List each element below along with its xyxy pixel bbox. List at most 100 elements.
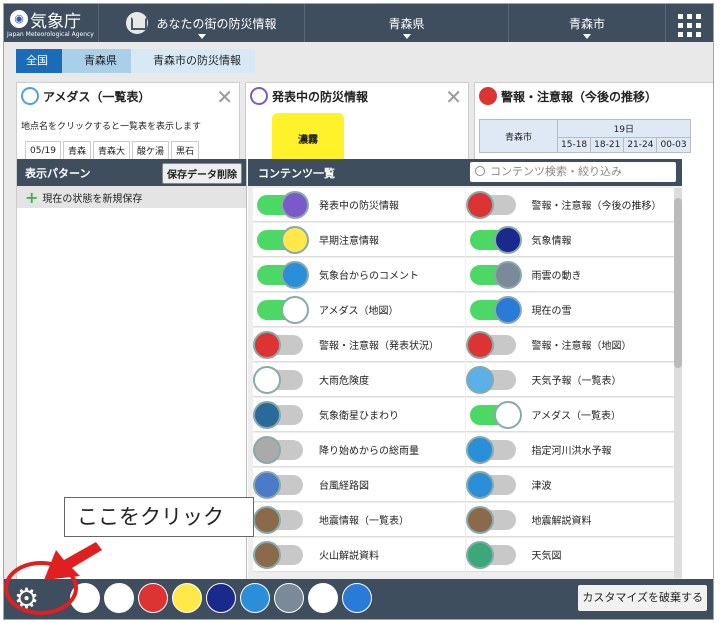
toggle-switch[interactable] bbox=[465, 540, 516, 569]
contents-item[interactable]: 降り始めからの総雨量 bbox=[253, 433, 465, 467]
jma-logo[interactable]: ◉ 気象庁 Japan Meteorological Agency bbox=[4, 4, 98, 42]
contents-item-label: 雨雲の動き bbox=[531, 271, 582, 282]
contents-header: コンテンツ一覧 コンテンツ検索・絞り込み bbox=[248, 159, 682, 186]
contents-item[interactable]: 津波 bbox=[465, 468, 677, 502]
toggle-switch[interactable] bbox=[469, 295, 522, 324]
contents-item[interactable]: 警報・注意報（地図） bbox=[465, 328, 677, 362]
new-save-label: 現在の状態を新規保存 bbox=[42, 193, 143, 205]
comment-icon[interactable] bbox=[240, 583, 270, 613]
content-icon bbox=[465, 330, 494, 359]
contents-item[interactable]: 発表中の防災情報 bbox=[253, 188, 465, 222]
contents-item[interactable]: 警報・注意報（発表状況） bbox=[253, 328, 465, 362]
content-icon bbox=[253, 330, 281, 359]
content-icon bbox=[465, 190, 494, 219]
amedas-col[interactable]: 青森 bbox=[62, 141, 91, 160]
early-warning-icon[interactable] bbox=[172, 583, 202, 613]
contents-item[interactable]: 地震解説資料 bbox=[465, 503, 677, 537]
content-icon bbox=[281, 225, 309, 254]
breadcrumb-national[interactable]: 全国 bbox=[16, 49, 62, 73]
contents-item[interactable]: 現在の雪 bbox=[465, 293, 677, 327]
content-icon bbox=[465, 365, 494, 394]
contents-item[interactable]: 気象情報 bbox=[465, 223, 677, 257]
menu-grid-button[interactable] bbox=[665, 4, 713, 42]
toggle-switch[interactable] bbox=[253, 365, 303, 394]
destroy-customize-button[interactable]: カスタマイズを破棄する bbox=[578, 585, 707, 611]
warning-title: 警報・注意報（今後の推移） bbox=[475, 83, 713, 109]
warning-table: 青森市 19日 15-18 18-21 21-24 00-03 bbox=[479, 119, 691, 153]
new-save-button[interactable]: + 現在の状態を新規保存 bbox=[17, 186, 246, 208]
breadcrumb: 全国 青森県 青森市の防災情報 bbox=[16, 49, 255, 73]
toggle-switch[interactable] bbox=[253, 505, 303, 534]
breadcrumb-pref[interactable]: 青森県 bbox=[62, 49, 131, 73]
contents-item[interactable]: 地震情報（一覧表） bbox=[253, 503, 465, 537]
weather-info-icon[interactable] bbox=[206, 583, 236, 613]
contents-item[interactable]: 台風経路図 bbox=[253, 468, 465, 502]
contents-item[interactable]: 火山解説資料 bbox=[253, 538, 465, 572]
toggle-switch[interactable] bbox=[257, 190, 309, 219]
warning-time: 15-18 bbox=[556, 137, 592, 153]
toggle-switch[interactable] bbox=[253, 330, 303, 359]
contents-item[interactable]: 天気予報（一覧表） bbox=[465, 363, 677, 397]
content-icon bbox=[253, 365, 281, 394]
delete-saved-data-button[interactable]: 保存データ削除 bbox=[162, 163, 242, 184]
contents-item-label: 大雨危険度 bbox=[319, 376, 369, 387]
contents-item[interactable]: 気象台からのコメント bbox=[253, 258, 465, 292]
pref-tab[interactable]: 青森県 bbox=[304, 4, 508, 42]
warning-city: 青森市 bbox=[479, 119, 558, 153]
city-tab[interactable]: 青森市 bbox=[508, 4, 665, 42]
jma-emblem-icon: ◉ bbox=[10, 10, 28, 28]
toggle-switch[interactable] bbox=[465, 470, 516, 499]
contents-item[interactable]: 雨雲の動き bbox=[465, 258, 677, 292]
toggle-switch[interactable] bbox=[469, 225, 522, 254]
amedas-col[interactable]: 酸ケ湯 bbox=[131, 141, 169, 160]
bousai-title: 発表中の防災情報 ✕ bbox=[246, 83, 468, 109]
toggle-switch[interactable] bbox=[469, 400, 522, 429]
bousai-info-icon[interactable] bbox=[104, 583, 134, 613]
contents-item[interactable]: 天気図 bbox=[465, 538, 677, 572]
contents-item[interactable]: アメダス（地図） bbox=[253, 293, 465, 327]
warning-icon[interactable] bbox=[138, 583, 168, 613]
close-icon[interactable]: ✕ bbox=[445, 85, 462, 109]
toggle-switch[interactable] bbox=[465, 505, 516, 534]
toggle-switch[interactable] bbox=[253, 400, 303, 429]
amedas-icon[interactable] bbox=[308, 583, 338, 613]
contents-item[interactable]: アメダス（一覧表） bbox=[465, 398, 677, 432]
content-icon bbox=[493, 295, 522, 324]
contents-item[interactable]: 大雨危険度 bbox=[253, 363, 465, 397]
toggle-switch[interactable] bbox=[465, 190, 516, 219]
toggle-switch[interactable] bbox=[257, 225, 309, 254]
rain-cloud-icon[interactable] bbox=[274, 583, 304, 613]
toggle-switch[interactable] bbox=[465, 435, 516, 464]
amedas-col[interactable]: 青森大 bbox=[92, 141, 130, 160]
contents-item-label: 警報・注意報（地図） bbox=[531, 341, 632, 352]
contents-search-input[interactable]: コンテンツ検索・絞り込み bbox=[470, 162, 676, 182]
contents-row: 火山解説資料 天気図 bbox=[253, 538, 678, 573]
toggle-switch[interactable] bbox=[465, 365, 516, 394]
toggle-switch[interactable] bbox=[257, 295, 309, 324]
toggle-switch[interactable] bbox=[253, 435, 303, 464]
toggle-switch[interactable] bbox=[257, 260, 309, 289]
logo-text: 気象庁 bbox=[30, 12, 81, 32]
close-icon[interactable]: ✕ bbox=[216, 85, 233, 109]
breadcrumb-city: 青森市の防災情報 bbox=[131, 49, 255, 73]
plus-icon: + bbox=[25, 187, 39, 207]
contents-item-label: 気象台からのコメント bbox=[319, 271, 419, 282]
contents-item[interactable]: 気象衛星ひまわり bbox=[253, 398, 465, 432]
contents-scrollbar[interactable] bbox=[674, 188, 682, 578]
pattern-header-text: 表示パターン bbox=[25, 166, 91, 180]
toggle-switch[interactable] bbox=[469, 260, 522, 289]
content-icon bbox=[281, 190, 309, 219]
contents-item[interactable]: 指定河川洪水予報 bbox=[465, 433, 677, 467]
snow-icon[interactable] bbox=[342, 583, 372, 613]
contents-item-label: 天気図 bbox=[531, 551, 562, 562]
toggle-switch[interactable] bbox=[253, 540, 303, 569]
contents-item[interactable]: 警報・注意報（今後の推移） bbox=[465, 188, 677, 222]
amedas-col[interactable]: 黒石 bbox=[170, 141, 199, 160]
content-icon bbox=[253, 435, 281, 464]
toggle-switch[interactable] bbox=[253, 470, 303, 499]
home-tab[interactable]: あなたの街の防災情報 bbox=[98, 4, 304, 42]
content-icon bbox=[281, 295, 309, 324]
contents-item[interactable]: 早期注意情報 bbox=[253, 223, 465, 257]
toggle-switch[interactable] bbox=[465, 330, 516, 359]
warning-time: 00-03 bbox=[656, 137, 691, 153]
